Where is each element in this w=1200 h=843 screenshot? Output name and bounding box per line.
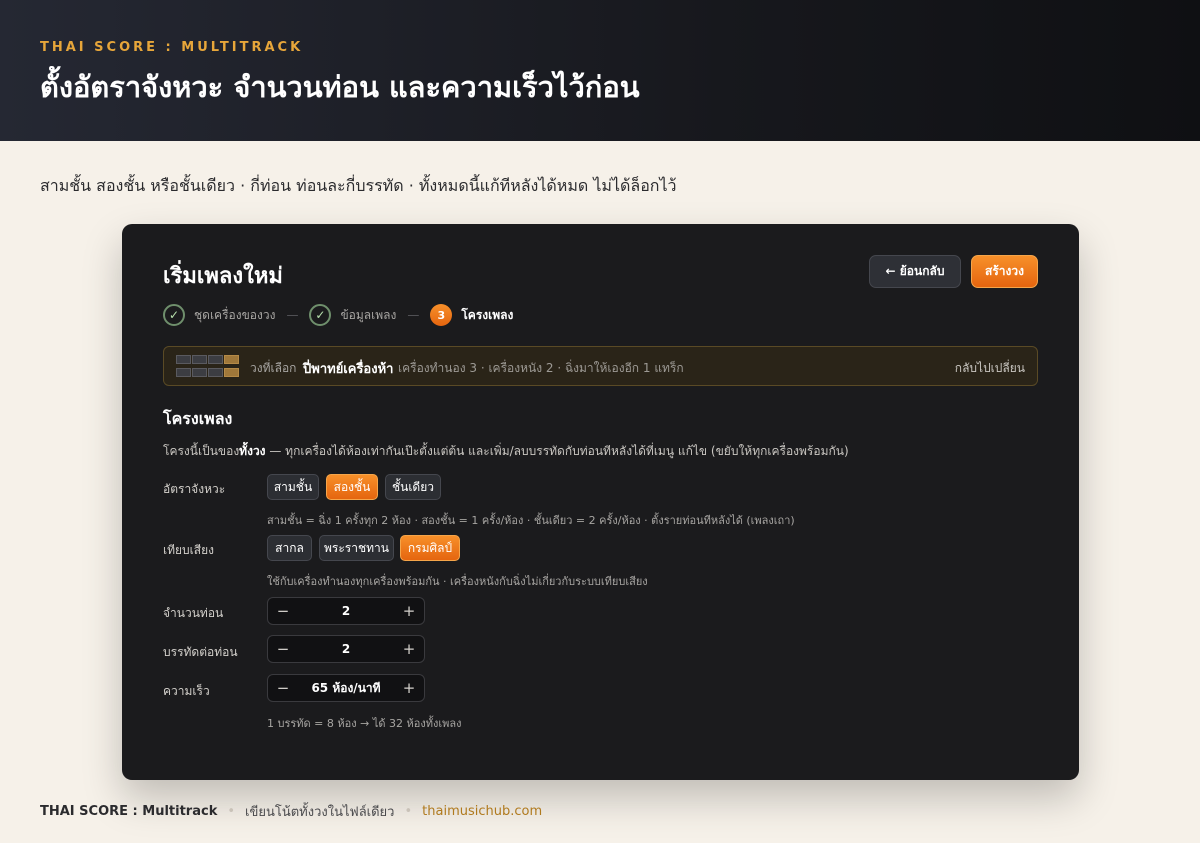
rate-option-chan-diao[interactable]: ชั้นเดียว xyxy=(385,474,441,500)
step-ensemble[interactable]: ✓ ชุดเครื่องของวง xyxy=(163,304,275,326)
increment-button[interactable]: + xyxy=(394,640,424,658)
page-footer: THAI SCORE : Multitrack • เขียนโน้ตทั้งว… xyxy=(40,801,542,822)
sections-stepper: − 2 + xyxy=(267,597,425,625)
back-button[interactable]: ← ย้อนกลับ xyxy=(869,255,961,288)
step-label: โครงเพลง xyxy=(461,307,514,322)
selected-band-bar: วงที่เลือก ปี่พาทย์เครื่องห้า เครื่องทำน… xyxy=(163,346,1038,386)
tempo-label: ความเร็ว xyxy=(163,684,210,698)
step-label: ชุดเครื่องของวง xyxy=(194,307,276,322)
tuning-hint: ใช้กับเครื่องทำนองทุกเครื่องพร้อมกัน · เ… xyxy=(267,575,648,588)
wizard-steps: ✓ ชุดเครื่องของวง — ✓ ข้อมูลเพลง — 3 โคร… xyxy=(163,303,513,327)
tuning-label: เทียบเสียง xyxy=(163,543,214,557)
band-label: วงที่เลือก xyxy=(250,361,297,375)
create-band-button[interactable]: สร้างวง xyxy=(971,255,1038,288)
ensemble-grid-icon xyxy=(176,355,239,378)
new-song-dialog: เริ่มเพลงใหม่ ← ย้อนกลับ สร้างวง ✓ ชุดเค… xyxy=(122,224,1079,780)
page-subtitle: สามชั้น สองชั้น หรือชั้นเดียว · กี่ท่อน … xyxy=(40,176,677,195)
structure-heading: โครงเพลง xyxy=(163,409,233,428)
decrement-button[interactable]: − xyxy=(268,640,298,658)
band-description: เครื่องทำนอง 3 · เครื่องหนัง 2 · ฉิ่งมาใ… xyxy=(398,361,684,375)
sections-value[interactable]: 2 xyxy=(298,604,394,618)
footer-separator: • xyxy=(227,804,236,819)
change-band-link[interactable]: กลับไปเปลี่ยน xyxy=(955,359,1025,378)
increment-button[interactable]: + xyxy=(394,679,424,697)
rate-hint: สามชั้น = ฉิ่ง 1 ครั้งทุก 2 ห้อง · สองชั… xyxy=(267,514,795,527)
footer-brand: THAI SCORE : Multitrack xyxy=(40,804,218,819)
lines-per-section-value[interactable]: 2 xyxy=(298,642,394,656)
tuning-option-fine-arts[interactable]: กรมศิลป์ xyxy=(400,535,460,561)
page-title: ตั้งอัตราจังหวะ จำนวนท่อน และความเร็วไว้… xyxy=(40,70,640,104)
decrement-button[interactable]: − xyxy=(268,602,298,620)
lines-per-section-label: บรรทัดต่อท่อน xyxy=(163,645,238,659)
step-label: ข้อมูลเพลง xyxy=(340,307,397,322)
dialog-title: เริ่มเพลงใหม่ xyxy=(163,264,283,289)
hero-banner: THAI SCORE : MULTITRACK ตั้งอัตราจังหวะ … xyxy=(0,0,1200,141)
tuning-option-universal[interactable]: สากล xyxy=(267,535,312,561)
band-name: ปี่พาทย์เครื่องห้า xyxy=(303,362,394,377)
footer-separator: • xyxy=(404,804,413,819)
footer-tagline: เขียนโน้ตทั้งวงในไฟล์เดียว xyxy=(245,805,395,820)
step-song-info[interactable]: ✓ ข้อมูลเพลง xyxy=(309,304,396,326)
increment-button[interactable]: + xyxy=(394,602,424,620)
step-separator: — xyxy=(286,308,299,322)
lines-per-section-stepper: − 2 + xyxy=(267,635,425,663)
rate-option-sam-chan[interactable]: สามชั้น xyxy=(267,474,319,500)
check-icon: ✓ xyxy=(163,304,185,326)
sections-label: จำนวนท่อน xyxy=(163,606,224,620)
structure-description: โครงนี้เป็นของทั้งวง — ทุกเครื่องได้ห้อง… xyxy=(163,444,849,458)
bar-summary: 1 บรรทัด = 8 ห้อง → ได้ 32 ห้องทั้งเพลง xyxy=(267,717,462,730)
step-structure[interactable]: 3 โครงเพลง xyxy=(430,304,513,326)
tuning-option-royal[interactable]: พระราชทาน xyxy=(319,535,394,561)
step-separator: — xyxy=(407,308,420,322)
rate-label: อัตราจังหวะ xyxy=(163,482,226,496)
rate-option-song-chan[interactable]: สองชั้น xyxy=(326,474,378,500)
step-number-badge: 3 xyxy=(430,304,453,326)
tempo-value[interactable]: 65 ห้อง/นาที xyxy=(298,679,394,698)
decrement-button[interactable]: − xyxy=(268,679,298,697)
app-eyebrow: THAI SCORE : MULTITRACK xyxy=(40,40,304,55)
tempo-stepper: − 65 ห้อง/นาที + xyxy=(267,674,425,702)
footer-website-link[interactable]: thaimusichub.com xyxy=(422,804,542,819)
check-icon: ✓ xyxy=(309,304,332,326)
